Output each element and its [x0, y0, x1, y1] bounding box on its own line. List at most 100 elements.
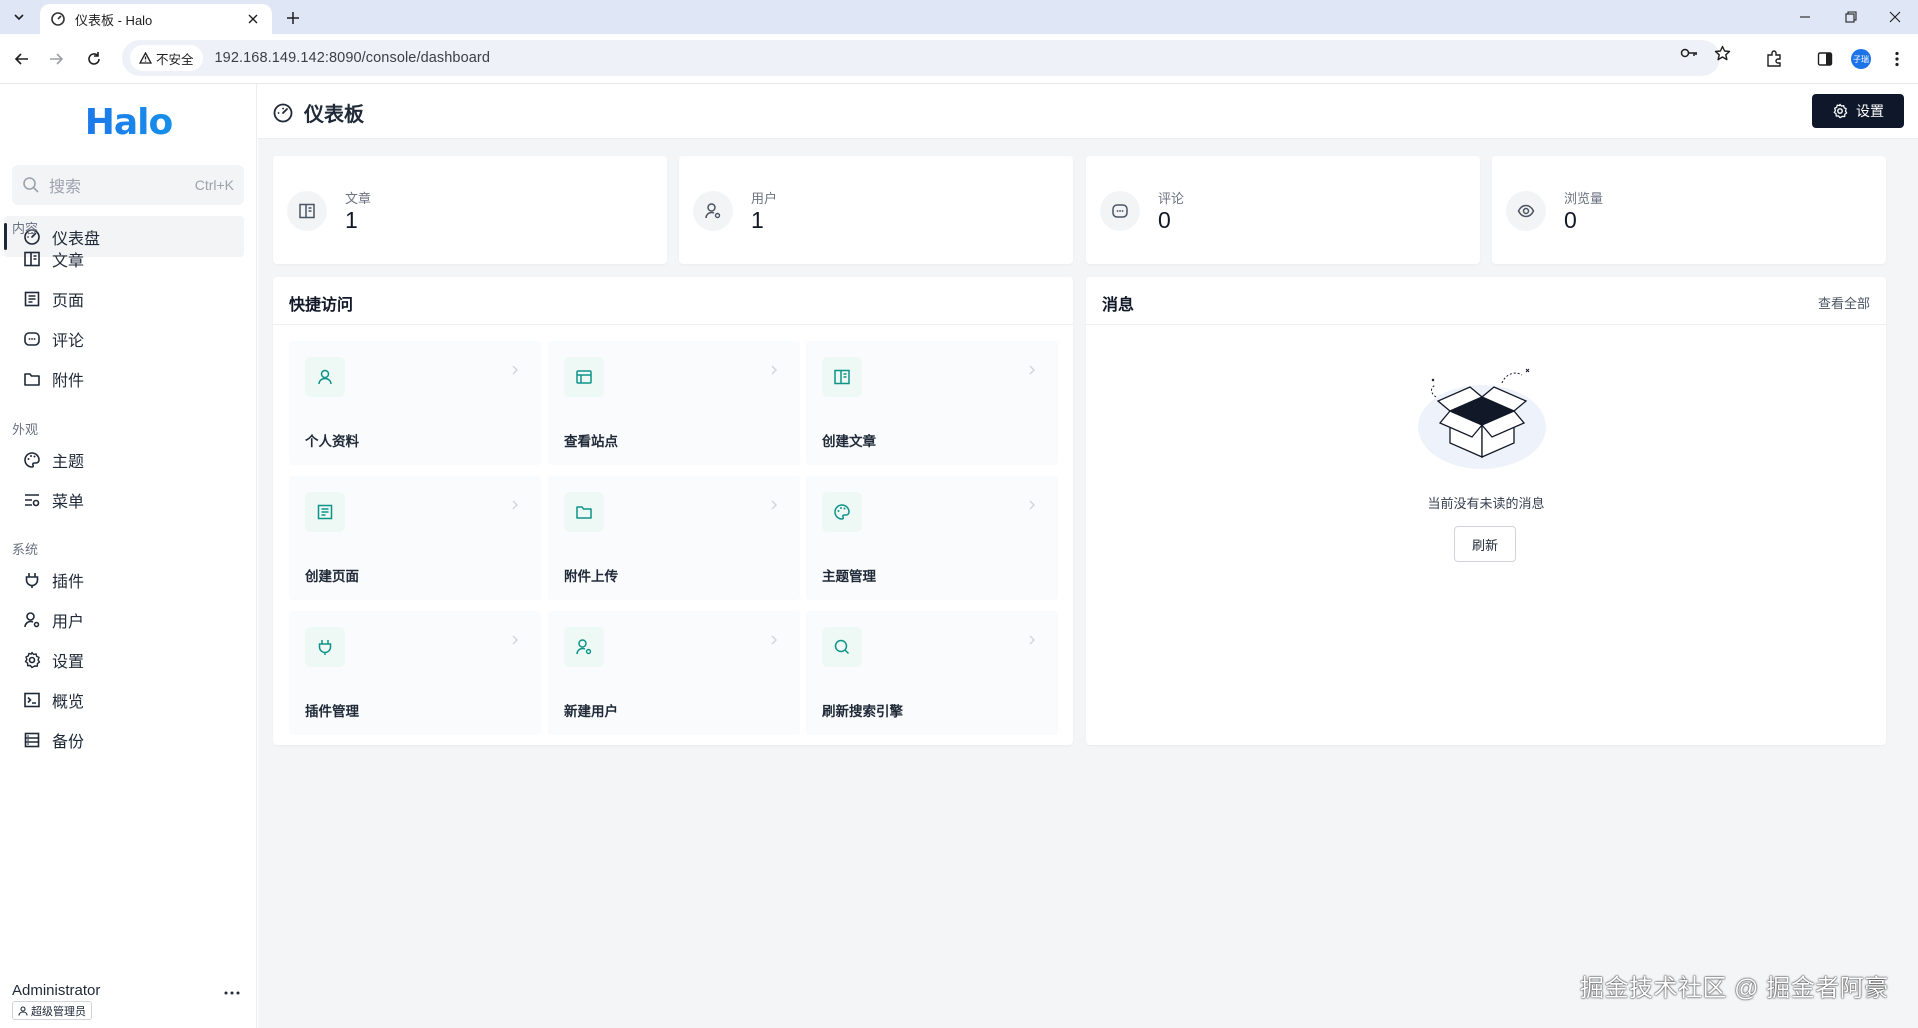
restore-button[interactable] [1828, 0, 1874, 34]
menu-settings-icon [22, 490, 42, 510]
refresh-button[interactable]: 刷新 [1454, 526, 1516, 562]
sidebar: Halo 搜索 Ctrl+K 仪表盘 内容 文章 页面 评论 附件 外观 主题 … [0, 84, 257, 1028]
more-vertical-icon [1895, 51, 1899, 67]
forward-button[interactable] [44, 47, 68, 71]
close-icon [1889, 11, 1901, 23]
password-key-button[interactable] [1678, 42, 1700, 64]
chevron-right-icon [767, 498, 781, 512]
sidebar-item-pages[interactable]: 页面 [4, 281, 244, 317]
quick-access-panel: 快捷访问 个人资料 查看站点 创建文章 创建页面 附件上传 主题管理 插件管理 … [273, 277, 1073, 745]
browser-tab-bar: 仪表板 - Halo [0, 0, 1918, 34]
reload-button[interactable] [82, 47, 106, 71]
page-icon [305, 492, 345, 532]
quick-access-theme-management[interactable]: 主题管理 [806, 476, 1058, 600]
sidebar-item-plugins[interactable]: 插件 [4, 562, 244, 598]
page-title-wrap: 仪表板 [272, 98, 364, 127]
sidebar-item-label: 设置 [52, 654, 85, 671]
dashboard-settings-button[interactable]: 设置 [1812, 94, 1904, 128]
address-bar[interactable]: 不安全 192.168.149.142:8090/console/dashboa… [122, 40, 1720, 76]
search-input[interactable]: 搜索 Ctrl+K [12, 165, 244, 205]
close-window-button[interactable] [1872, 0, 1918, 34]
quick-access-upload-attachment[interactable]: 附件上传 [548, 476, 800, 600]
quick-access-label: 附件上传 [564, 569, 618, 584]
chevron-right-icon [767, 633, 781, 647]
more-horizontal-icon [224, 991, 240, 995]
search-icon [23, 177, 39, 193]
stat-card-comments: 评论 0 [1086, 156, 1480, 264]
site-security-chip[interactable]: 不安全 [130, 45, 203, 71]
quick-access-label: 主题管理 [822, 569, 876, 584]
quick-access-label: 新建用户 [564, 704, 618, 719]
stat-label: 文章 [345, 191, 372, 206]
plus-icon [287, 12, 299, 24]
user-menu-button[interactable] [221, 984, 243, 1002]
search-icon [822, 627, 862, 667]
reload-icon [88, 52, 100, 65]
warning-icon [139, 52, 152, 64]
quick-access-refresh-search-engine[interactable]: 刷新搜索引擎 [806, 611, 1058, 735]
sidebar-item-users[interactable]: 用户 [4, 602, 244, 638]
tab-close-button[interactable] [244, 10, 262, 28]
quick-access-label: 个人资料 [305, 434, 359, 449]
sidebar-item-label: 插件 [52, 574, 85, 591]
quick-access-new-post[interactable]: 创建文章 [806, 341, 1058, 465]
panel-header: 快捷访问 [273, 277, 1073, 325]
quick-access-label: 查看站点 [564, 434, 618, 449]
url-text: 192.168.149.142:8090/console/dashboard [214, 50, 491, 66]
sidebar-item-label: 菜单 [52, 494, 85, 511]
user-settings-icon [22, 610, 42, 630]
quick-access-view-site[interactable]: 查看站点 [548, 341, 800, 465]
plug-icon [305, 627, 345, 667]
browser-menu-button[interactable] [1885, 47, 1909, 71]
watermark: 掘金技术社区 @ 掘金者阿豪 [1580, 975, 1889, 1002]
quick-access-plugin-management[interactable]: 插件管理 [289, 611, 541, 735]
quick-access-new-user[interactable]: 新建用户 [548, 611, 800, 735]
page-header: 仪表板 设置 [258, 84, 1918, 139]
quick-access-label: 创建文章 [822, 434, 876, 449]
sidebar-item-attachments[interactable]: 附件 [4, 361, 244, 397]
security-label: 不安全 [156, 52, 194, 67]
browser-toolbar: 不安全 192.168.149.142:8090/console/dashboa… [0, 34, 1918, 84]
new-tab-button[interactable] [281, 6, 305, 30]
chevron-right-icon [508, 633, 522, 647]
plug-icon [22, 570, 42, 590]
halo-logo[interactable]: Halo [0, 102, 257, 143]
sidebar-item-menus[interactable]: 菜单 [4, 482, 244, 518]
browser-tab[interactable]: 仪表板 - Halo [40, 4, 272, 34]
minimize-button[interactable] [1782, 0, 1828, 34]
arrow-right-icon [50, 53, 64, 65]
quick-access-new-page[interactable]: 创建页面 [289, 476, 541, 600]
stat-label: 浏览量 [1564, 191, 1604, 206]
nav-group-system: 系统 [12, 542, 39, 557]
view-all-link[interactable]: 查看全部 [1818, 293, 1870, 312]
sidebar-item-settings[interactable]: 设置 [4, 642, 244, 678]
restore-icon [1845, 11, 1857, 23]
puzzle-icon [1767, 50, 1781, 67]
sidebar-item-themes[interactable]: 主题 [4, 442, 244, 478]
comment-icon [1100, 191, 1140, 231]
nav-group-content: 内容 [12, 221, 39, 236]
sidebar-item-overview[interactable]: 概览 [4, 682, 244, 718]
chevron-right-icon [767, 363, 781, 377]
star-icon [1714, 45, 1730, 60]
sidebar-item-backup[interactable]: 备份 [4, 722, 244, 758]
tab-search-button[interactable] [6, 5, 32, 29]
sidebar-item-label: 文章 [52, 253, 85, 270]
profile-avatar[interactable]: 子瑞 [1851, 49, 1871, 69]
sidebar-item-label: 概览 [52, 694, 85, 711]
dashboard-favicon-icon [51, 12, 65, 26]
extensions-button[interactable] [1762, 47, 1786, 71]
book-icon [287, 191, 327, 231]
side-panel-button[interactable] [1813, 47, 1837, 71]
book-icon [822, 357, 862, 397]
quick-access-label: 创建页面 [305, 569, 359, 584]
folder-icon [22, 369, 42, 389]
sidebar-item-posts[interactable]: 文章 [4, 241, 244, 277]
sidebar-item-label: 附件 [52, 373, 85, 390]
quick-access-profile[interactable]: 个人资料 [289, 341, 541, 465]
back-button[interactable] [10, 47, 34, 71]
bookmark-button[interactable] [1711, 42, 1733, 64]
page-title: 仪表板 [304, 104, 364, 126]
chevron-right-icon [508, 363, 522, 377]
sidebar-item-comments[interactable]: 评论 [4, 321, 244, 357]
